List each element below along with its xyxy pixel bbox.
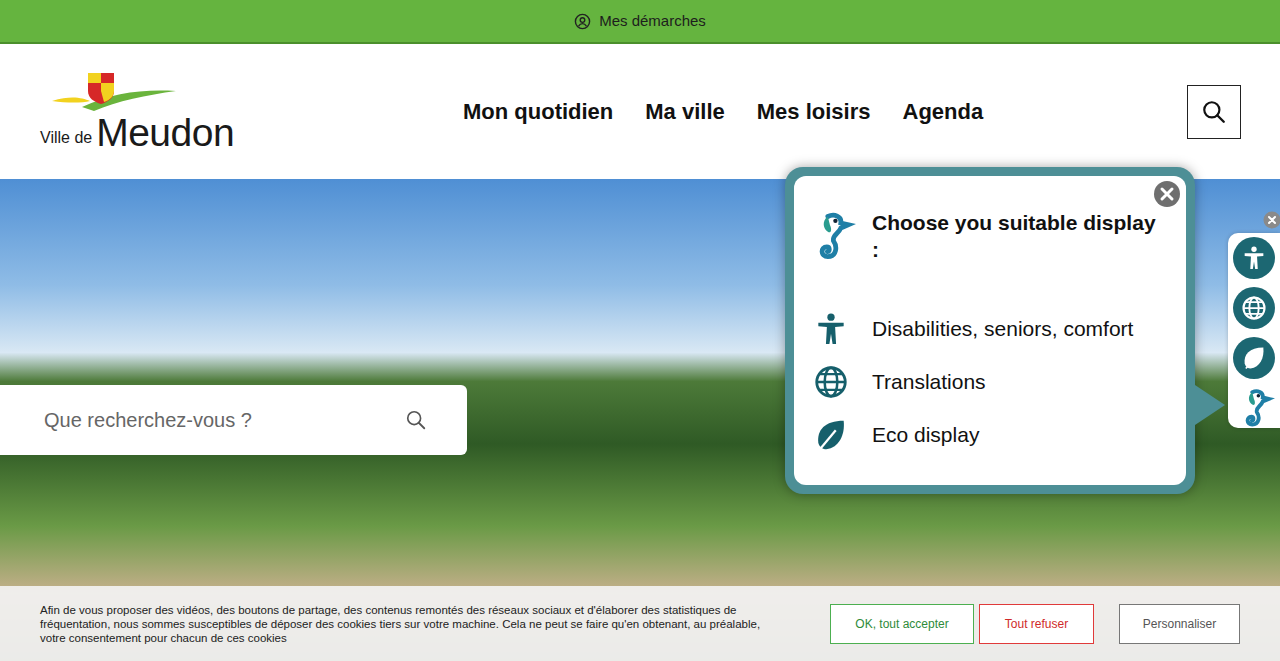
globe-icon[interactable] xyxy=(1233,287,1275,329)
nav-link[interactable]: Agenda xyxy=(903,95,984,128)
close-icon xyxy=(1153,180,1181,208)
side-toolbar xyxy=(1228,233,1280,428)
leaf-icon xyxy=(812,416,850,454)
display-option[interactable]: Disabilities, seniors, comfort xyxy=(804,302,1166,355)
search-icon[interactable] xyxy=(405,409,427,431)
site-header: Ville de Meudon Mon quotidien Ma ville Mes… xyxy=(0,44,1280,179)
accessibility-icon[interactable] xyxy=(1233,237,1275,279)
display-panel: Choose you suitable display : Disabiliti… xyxy=(785,167,1195,494)
nav-link[interactable]: Mon quotidien xyxy=(463,95,613,128)
close-icon xyxy=(1263,211,1280,229)
display-options: Disabilities, seniors, comfort Translatio… xyxy=(804,302,1166,461)
close-button[interactable] xyxy=(1153,180,1181,208)
option-label[interactable]: Eco display xyxy=(872,419,979,451)
top-bar: Mes démarches xyxy=(0,0,1280,44)
nav-link[interactable]: Mes loisirs xyxy=(757,95,871,128)
search-icon xyxy=(1201,99,1227,125)
account-link[interactable]: Mes démarches xyxy=(574,10,706,33)
strip-close-button[interactable] xyxy=(1263,211,1280,229)
panel-title: Choose you suitable display : xyxy=(872,209,1166,263)
option-label[interactable]: Translations xyxy=(872,366,986,398)
cookie-banner: Afin de vous proposer des vidéos, des bo… xyxy=(0,586,1280,661)
cookie-buttons: OK, tout accepterTout refuser Personnalis… xyxy=(785,604,1240,644)
cookie-text: Afin de vous proposer des vidéos, des bo… xyxy=(40,603,785,645)
accessibility-icon xyxy=(812,310,850,348)
cookie-refuse-button[interactable]: Tout refuser xyxy=(979,604,1094,644)
account-label[interactable]: Mes démarches xyxy=(599,10,706,33)
leaf-icon[interactable] xyxy=(1233,337,1275,379)
search-button[interactable] xyxy=(1187,85,1241,139)
seahorse-icon[interactable] xyxy=(1233,387,1275,429)
globe-icon xyxy=(812,363,850,401)
logo-prefix[interactable]: Ville de xyxy=(40,130,92,146)
logo-name[interactable]: Meudon xyxy=(96,113,234,152)
panel-pointer xyxy=(1195,385,1225,425)
display-option[interactable]: Translations xyxy=(804,355,1166,408)
nav-link[interactable]: Ma ville xyxy=(645,95,724,128)
cookie-accept-button[interactable]: OK, tout accepter xyxy=(830,604,974,644)
seahorse-icon xyxy=(804,206,856,266)
hero-search xyxy=(0,385,467,455)
option-label[interactable]: Disabilities, seniors, comfort xyxy=(872,313,1133,345)
search-field[interactable] xyxy=(42,404,405,436)
logo-emblem-icon xyxy=(52,71,177,113)
display-option[interactable]: Eco display xyxy=(804,408,1166,461)
site-logo[interactable]: Ville de Meudon xyxy=(40,71,250,152)
cookie-custom-button[interactable]: Personnaliser xyxy=(1119,604,1240,644)
main-nav: Mon quotidien Ma ville Mes loisirs Agenda xyxy=(463,95,983,128)
user-icon xyxy=(574,13,591,30)
